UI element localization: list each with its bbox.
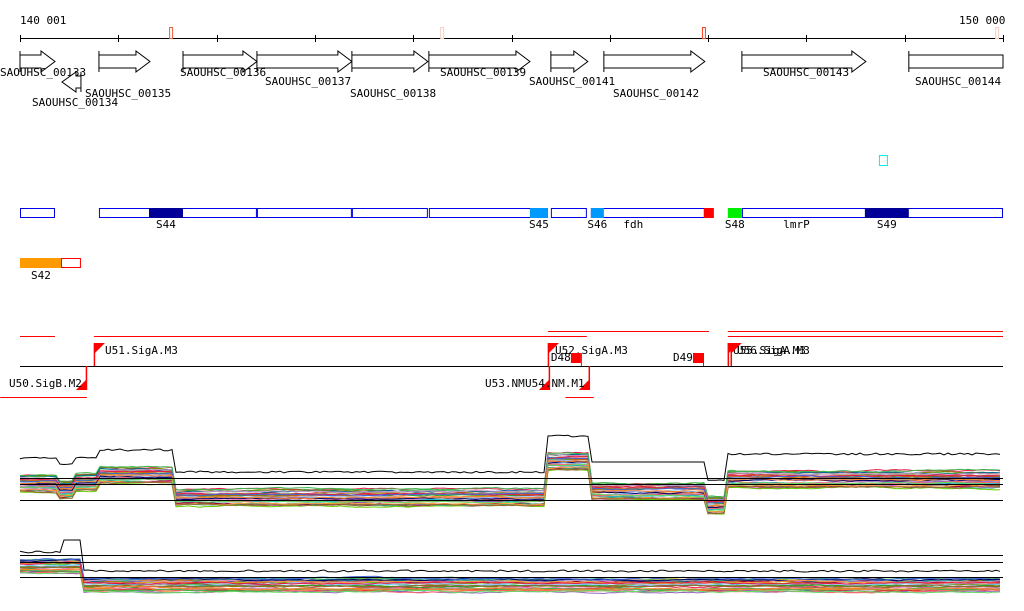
gene-label[interactable]: SAOUHSC_00135 [85,87,171,100]
segment-name-label: lmrP [783,218,810,231]
segment-label: S42 [31,269,51,282]
segment-s49[interactable] [864,208,909,218]
segment-label: S48 [725,218,745,231]
gene-label[interactable]: SAOUHSC_00138 [350,87,436,100]
segment-box[interactable] [550,208,587,218]
segment-s48[interactable] [727,208,742,218]
segment-box[interactable] [20,208,55,218]
promoter-label[interactable]: U51.SigA.M3 [105,344,178,357]
gene-label[interactable]: SAOUHSC_00142 [613,87,699,100]
terminator-icon[interactable] [570,353,581,363]
genome-browser-view: 140 001 150 000SAOUHSC_00133SAOUHSC_00134… [0,14,1005,595]
gene-arrow[interactable] [98,50,151,73]
terminator-icon[interactable] [692,353,703,363]
promoter-label[interactable]: U56.SigA.M3 [737,344,810,357]
segment-s44[interactable] [148,208,183,218]
gene-label[interactable]: SAOUHSC_00141 [529,75,615,88]
promoter-flag-icon[interactable] [93,343,105,354]
gene-label[interactable]: SAOUHSC_00137 [265,75,351,88]
promoter-label[interactable]: U53.NM [485,377,525,390]
segment-marker[interactable] [703,208,714,218]
gene-label[interactable]: SAOUHSC_00136 [180,66,266,79]
ruler-marker [995,27,1000,39]
segment-label: S49 [877,218,897,231]
segment-label: S45 [529,218,549,231]
segment-box[interactable] [256,208,352,218]
ruler-start-label: 140 001 [20,14,66,27]
segment-s42[interactable] [20,258,61,268]
ruler-end-label: 150 000 [959,14,1005,27]
cyan-marker[interactable] [878,155,888,166]
terminator-label[interactable]: D48 [551,351,571,364]
ruler-marker [169,27,174,39]
promoter-label[interactable]: U54.NM.M1 [525,377,585,390]
segment-label: S44 [156,218,176,231]
segment-name-label: fdh [623,218,643,231]
segment-label: S46 [587,218,607,231]
gene-label[interactable]: SAOUHSC_00139 [440,66,526,79]
segment-s42-tail[interactable] [60,258,81,268]
gene-arrow[interactable] [351,50,429,73]
terminator-label[interactable]: D49 [673,351,693,364]
segment-box[interactable] [590,208,705,218]
segment-box[interactable] [428,208,548,218]
gene-label[interactable]: SAOUHSC_00143 [763,66,849,79]
segment-s45[interactable] [529,208,548,218]
gene-label[interactable]: SAOUHSC_00144 [915,75,1001,88]
gene-arrow[interactable] [908,51,1004,72]
segment-box[interactable] [351,208,428,218]
segment-s46[interactable] [590,208,604,218]
gene-arrow[interactable] [256,50,353,73]
gene-arrow[interactable] [550,50,589,73]
ruler-marker [440,27,445,39]
promoter-label[interactable]: U50.SigB.M2 [9,377,82,390]
gene-arrow[interactable] [603,50,706,73]
ruler-marker [701,27,706,39]
